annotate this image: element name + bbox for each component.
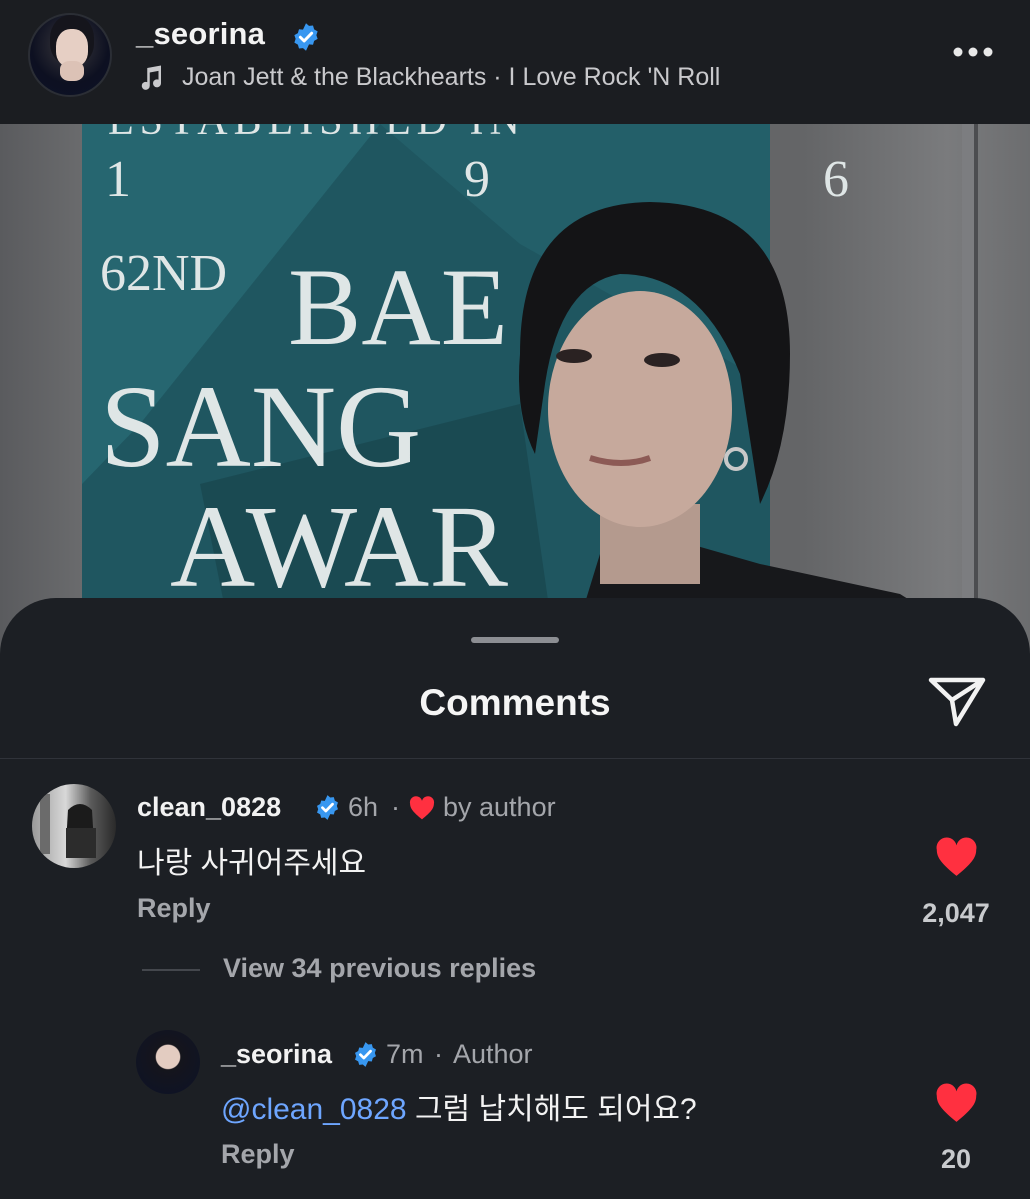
reply-button[interactable]: Reply [137,893,211,924]
like-heart-icon[interactable] [935,837,978,877]
music-note-icon [141,65,162,90]
sheet-drag-handle[interactable] [471,637,559,643]
poster-year: 1 9 6 5 [105,151,1030,208]
comment-time: 6h [348,792,379,822]
song-title[interactable]: Joan Jett & the Blackhearts · I Love Roc… [182,63,720,92]
verified-badge-icon [294,23,318,51]
verified-badge-icon [355,1042,376,1067]
poster-sang: SANG [100,361,421,492]
poster-62nd: 62ND [100,245,227,302]
meta-separator: · [434,1039,443,1069]
comments-sheet: Comments clean_0828 6h · by author 나랑 사귀… [0,598,1030,1199]
poster-awar: AWAR [170,481,508,612]
reply-text: @clean_0828 그럼 납치해도 되어요? [221,1084,697,1128]
heart-icon [409,796,435,820]
sheet-divider [0,758,1030,759]
post-header: _seorina Joan Jett & the Blackhearts · I… [0,0,1030,124]
reply-body: 그럼 납치해도 되어요? [414,1093,697,1126]
send-paper-plane-icon[interactable] [926,672,988,730]
reply-username[interactable]: _seorina [221,1039,332,1070]
more-horizontal-icon[interactable] [952,46,994,58]
poster-bae: BAE [288,246,508,368]
post-username[interactable]: _seorina [136,16,265,52]
sheet-title: Comments [419,682,611,723]
like-heart-icon[interactable] [935,1083,978,1123]
liked-by-author-label: by author [443,792,556,822]
avatar[interactable] [28,13,112,97]
like-count: 2,047 [922,898,990,928]
comment-username[interactable]: clean_0828 [137,792,281,823]
meta-separator: · [391,792,400,822]
author-label: Author [453,1039,533,1069]
like-count: 20 [940,1144,972,1174]
commenter-avatar[interactable] [32,784,116,868]
reply-avatar[interactable] [136,1030,200,1094]
view-previous-replies-link[interactable]: View 34 previous replies [223,953,536,984]
comment-text: 나랑 사귀어주세요 [137,847,367,880]
mention-link[interactable]: @clean_0828 [221,1093,407,1126]
verified-badge-icon [317,795,338,820]
thread-line [142,969,200,971]
avatar-photo [40,794,96,858]
poster-established: ESTABLISHED IN [108,124,526,144]
reply-button[interactable]: Reply [221,1139,295,1170]
reply-time: 7m [386,1039,424,1069]
